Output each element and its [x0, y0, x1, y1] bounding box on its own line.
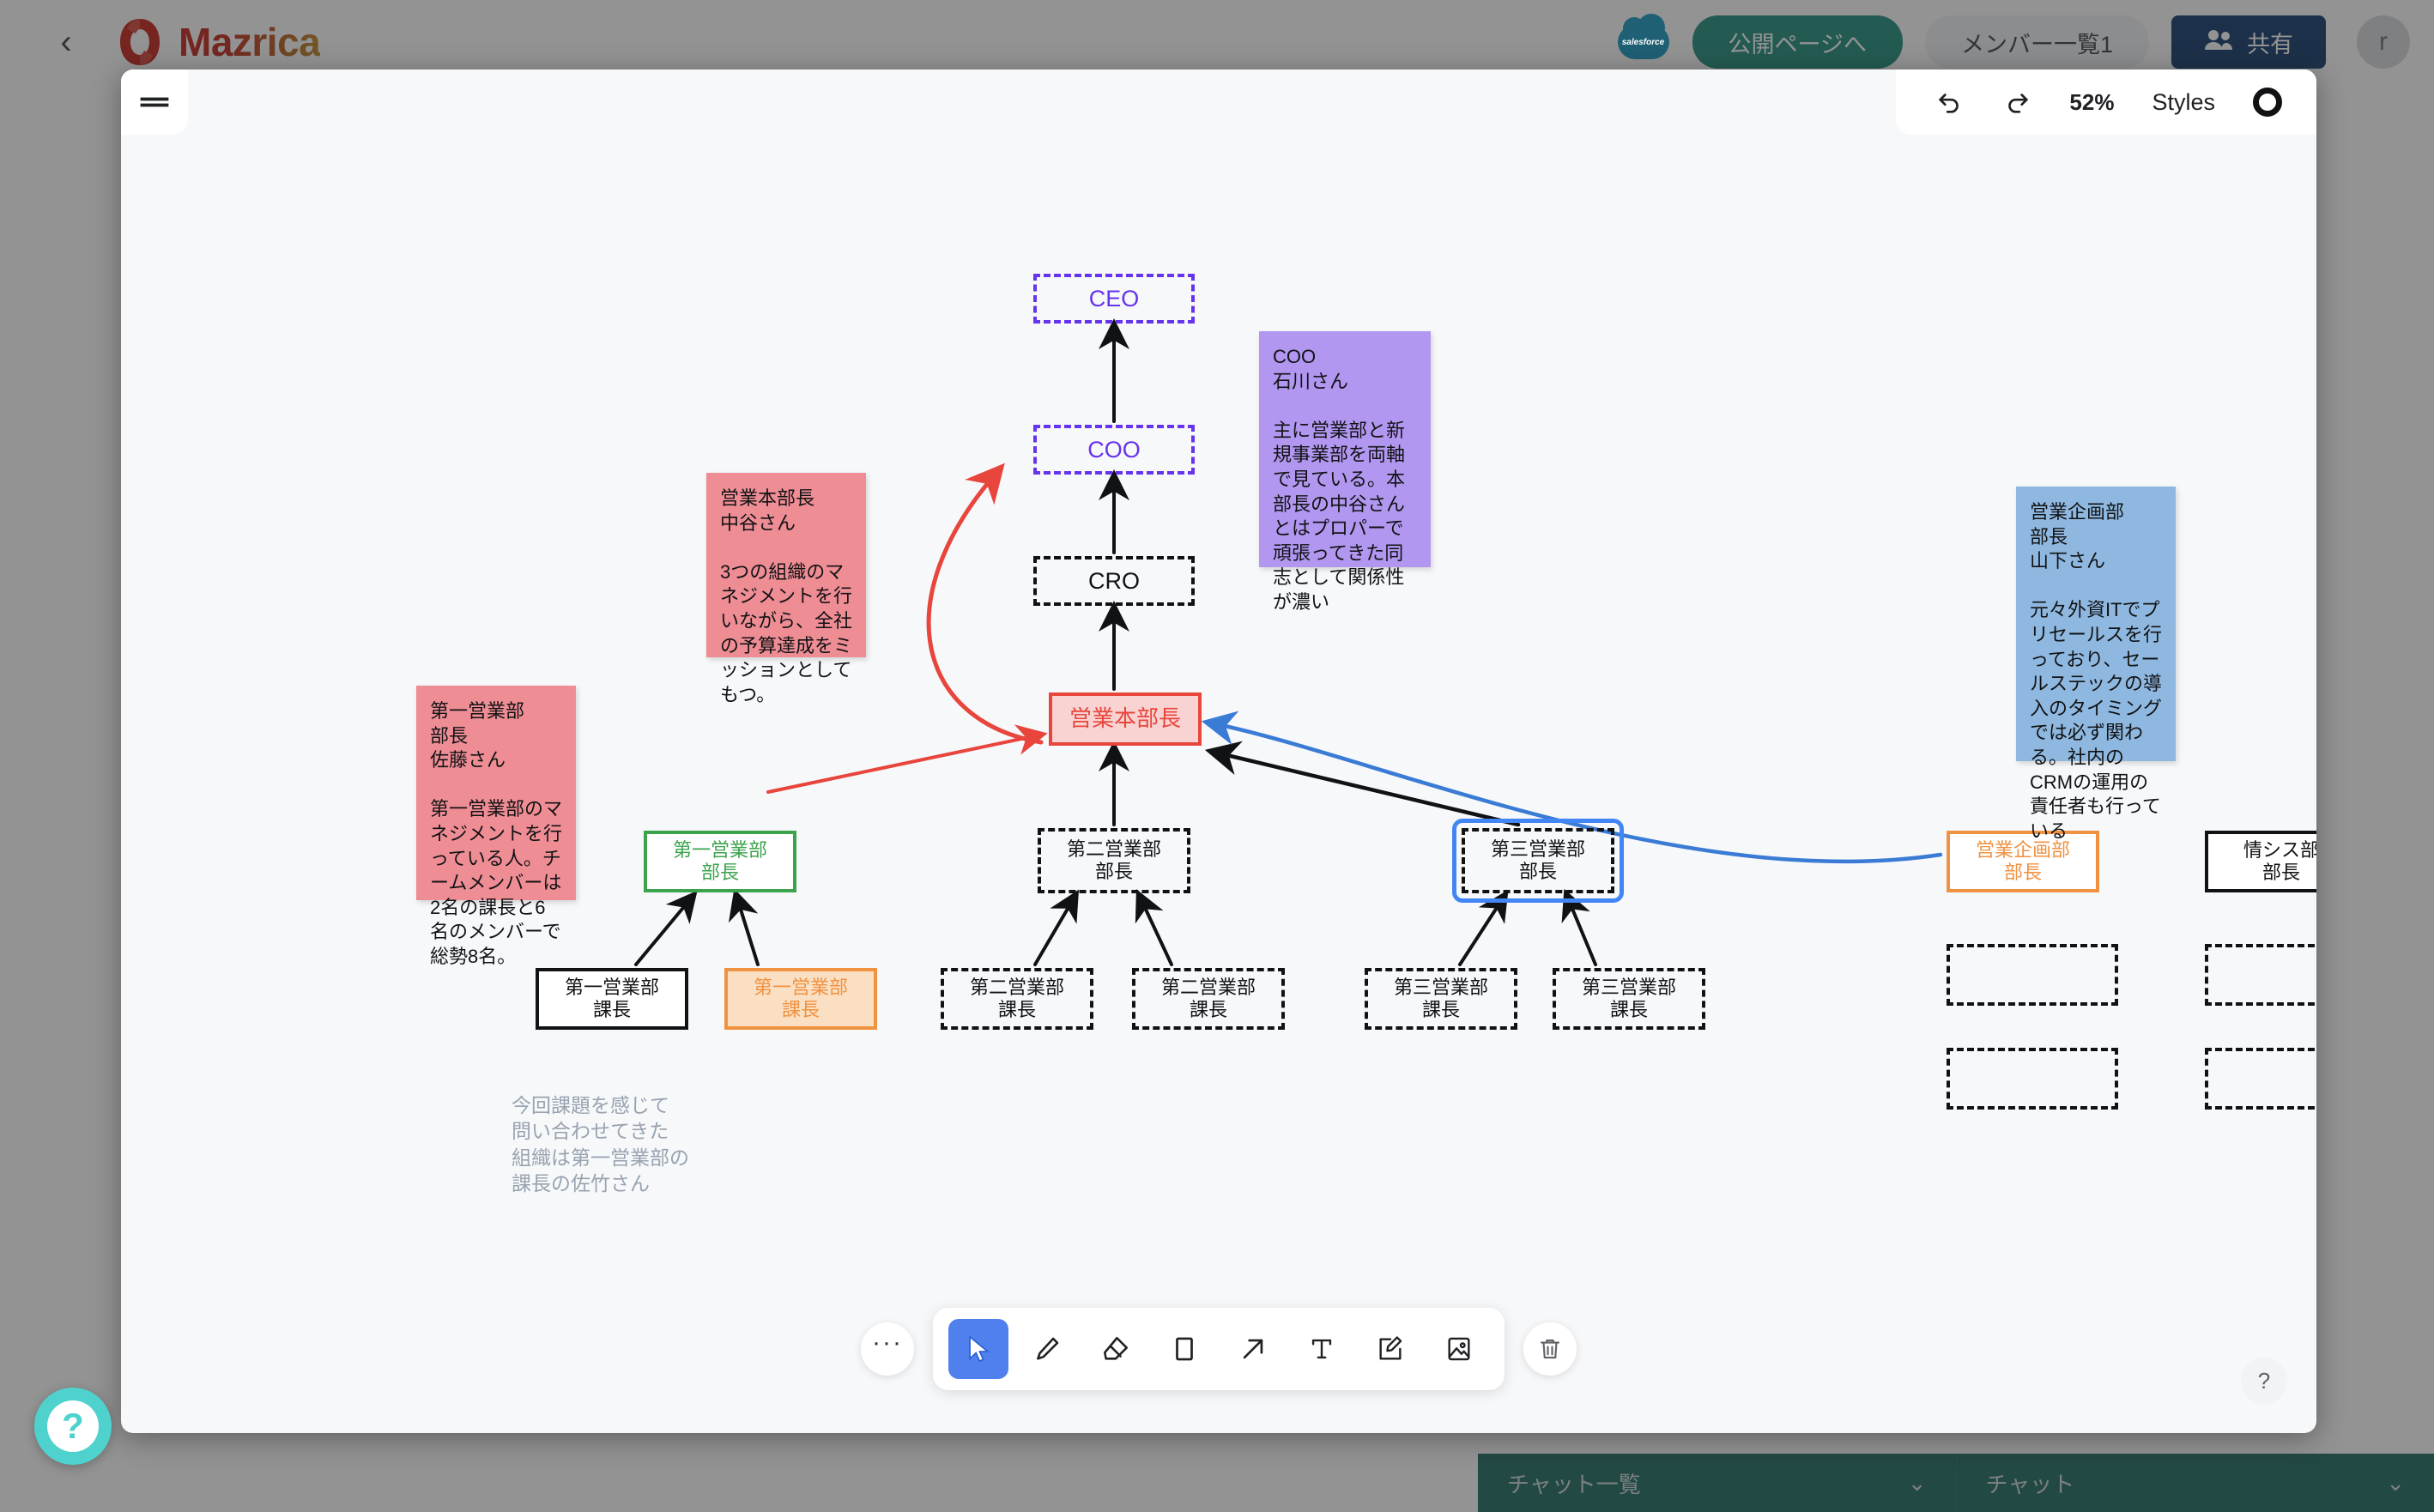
whiteboard-top-controls: 52% Styles [1896, 70, 2316, 135]
org-node-div2[interactable]: 第二営業部 部長 [1038, 828, 1190, 893]
whiteboard-canvas[interactable]: CEO COO CRO 営業本部長第一営業部 部長 第二営業部 部長 第三営業部 部長 営業… [121, 70, 2316, 1433]
select-tool-button[interactable] [948, 1319, 1008, 1379]
redo-icon[interactable] [2002, 88, 2031, 117]
image-tool-button[interactable] [1429, 1319, 1489, 1379]
sticky-note-note-coo[interactable]: COO 石川さん 主に営業部と新規事業部を両軸で見ている。本部長の中谷さんとはプ… [1259, 331, 1431, 613]
hamburger-bar [141, 104, 168, 106]
delete-button[interactable] [1523, 1322, 1577, 1376]
shape-tool-button[interactable] [1154, 1319, 1214, 1379]
org-node-s3b[interactable]: 第三営業部 課長 [1553, 968, 1705, 1030]
org-node-e2[interactable] [2205, 944, 2316, 1006]
whiteboard-menu-button[interactable] [121, 70, 188, 135]
styles-button[interactable]: Styles [2152, 89, 2215, 116]
sticky-note-note-plan[interactable]: 営業企画部 部長 山下さん 元々外資ITでプリセールスを行っており、セールステッ… [2016, 487, 2176, 842]
free-text-memo-bottom-left[interactable]: 今回課題を感じて 問い合わせてきた 組織は第一営業部の 課長の佐竹さん [512, 1092, 689, 1196]
whiteboard-toolbar: ··· [121, 1308, 2316, 1390]
whiteboard-modal: 52% Styles CEO COO CRO 営業本部長 第一営業部 部長 第二… [121, 70, 2316, 1433]
salesforce-label: salesforce [1621, 37, 1665, 47]
eraser-tool-button[interactable] [1086, 1319, 1146, 1379]
org-node-s1a[interactable]: 第一営業部 課長 [536, 968, 688, 1030]
org-node-e1[interactable] [1947, 944, 2118, 1006]
org-node-s1b[interactable]: 第一営業部 課長 [724, 968, 877, 1030]
org-node-hq[interactable]: 営業本部長 [1049, 692, 1202, 746]
org-node-cro[interactable]: CRO [1033, 556, 1195, 606]
more-options-button[interactable]: ··· [861, 1322, 914, 1376]
org-node-plan[interactable]: 営業企画部 部長 [1947, 831, 2099, 892]
org-node-e3[interactable] [1947, 1048, 2118, 1110]
org-node-coo[interactable]: COO [1033, 425, 1195, 475]
org-node-s2b[interactable]: 第二営業部 課長 [1132, 968, 1285, 1030]
sticky-note-note-div1[interactable]: 第一営業部 部長 佐藤さん 第一営業部のマネジメントを行っている人。チームメンバ… [416, 686, 576, 967]
support-help-fab[interactable]: ? [34, 1388, 112, 1465]
sticky-note-tool-button[interactable] [1360, 1319, 1420, 1379]
org-node-ceo[interactable]: CEO [1033, 274, 1195, 324]
sticky-note-note-hq[interactable]: 営業本部長 中谷さん 3つの組織のマネジメントを行いながら、全社の予算達成をミッ… [706, 473, 866, 705]
org-node-s2a[interactable]: 第二営業部 課長 [941, 968, 1093, 1030]
org-node-div3[interactable]: 第三営業部 部長 [1462, 828, 1614, 893]
hamburger-bar [141, 98, 168, 100]
org-node-e4[interactable] [2205, 1048, 2316, 1110]
text-tool-button[interactable] [1292, 1319, 1352, 1379]
org-node-s3a[interactable]: 第三営業部 課長 [1365, 968, 1517, 1030]
style-color-swatch[interactable] [2253, 88, 2282, 117]
question-mark-icon: ? [47, 1400, 99, 1452]
zoom-level[interactable]: 52% [2069, 89, 2114, 116]
arrow-tool-button[interactable] [1223, 1319, 1283, 1379]
tool-palette [933, 1308, 1505, 1390]
undo-icon[interactable] [1935, 88, 1965, 117]
org-node-it[interactable]: 情シス部 部長 [2205, 831, 2316, 892]
whiteboard-help-button[interactable]: ? [2241, 1358, 2287, 1404]
org-node-div1[interactable]: 第一営業部 部長 [644, 831, 796, 892]
pen-tool-button[interactable] [1017, 1319, 1077, 1379]
